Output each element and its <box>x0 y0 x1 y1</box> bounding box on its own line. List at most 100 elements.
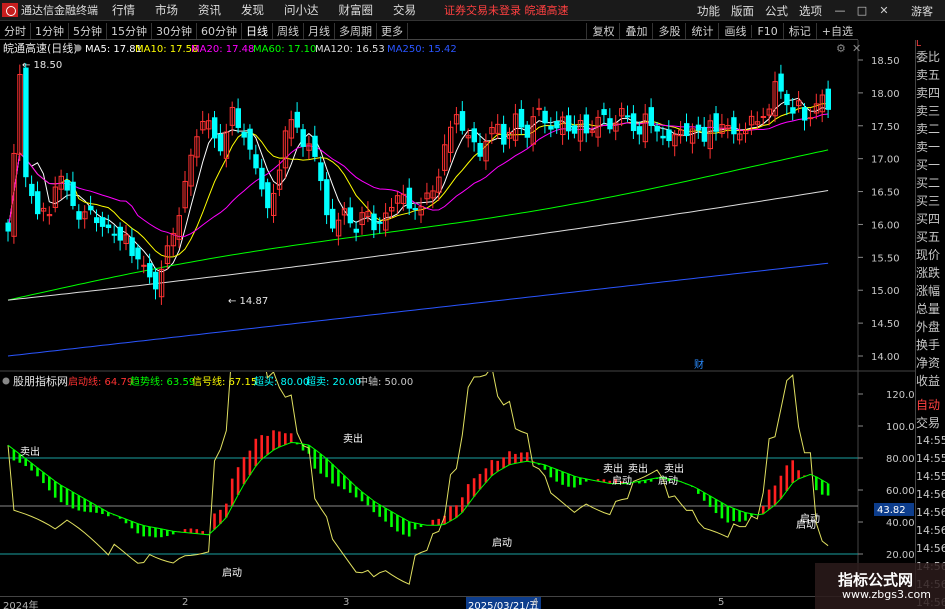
y-tick-label: 16.50 <box>871 188 900 199</box>
menu-ask[interactable]: 问小达 <box>284 2 319 18</box>
panel-field-label: 卖五 <box>916 68 941 82</box>
candle-body <box>636 126 643 135</box>
candle-body <box>684 123 690 136</box>
candle-body <box>524 124 531 138</box>
period-day[interactable]: 日线 <box>242 22 273 39</box>
y-tick-label: 17.50 <box>871 122 900 133</box>
ma-label: MA20: 17.48 <box>191 44 254 55</box>
ma-label: MA60: 17.10 <box>253 44 316 55</box>
period-5min[interactable]: 5分钟 <box>69 22 107 39</box>
candle-body <box>247 128 253 150</box>
menu-options[interactable]: 选项 <box>799 3 822 19</box>
candle-body <box>666 129 672 142</box>
panel-mode-label[interactable]: 自动 <box>916 396 945 414</box>
tool-multistock[interactable]: 多股 <box>652 23 685 39</box>
tool-f10[interactable]: F10 <box>751 24 782 38</box>
period-month[interactable]: 月线 <box>304 22 335 39</box>
ma-label: MA120: 16.53 <box>315 44 385 55</box>
indicator-name: 股朋指标网 <box>13 374 68 388</box>
tool-adjust[interactable]: 复权 <box>586 23 619 39</box>
ind-y-tick-label: 60.00 <box>886 486 915 497</box>
chart-toolbar: 复权 叠加 多股 统计 画线 F10 标记 +自选 <box>586 22 858 40</box>
signal-label: 卖出 <box>628 462 648 475</box>
signal-label: 卖出 <box>603 462 623 475</box>
signal-label: 启动 <box>658 474 678 487</box>
candle-body <box>294 111 301 128</box>
candle-body <box>259 167 265 190</box>
ma-label: MA250: 15.42 <box>387 44 457 55</box>
candle-body <box>99 217 106 227</box>
menu-layout[interactable]: 版面 <box>731 3 754 19</box>
close-panel-icon[interactable]: ✕ <box>852 42 861 55</box>
period-15min[interactable]: 15分钟 <box>107 22 152 39</box>
candle-body <box>371 213 377 231</box>
period-week[interactable]: 周线 <box>273 22 304 39</box>
candle-body <box>312 135 318 157</box>
period-30min[interactable]: 30分钟 <box>152 22 197 39</box>
menu-news[interactable]: 资讯 <box>198 2 221 18</box>
tool-mark[interactable]: 标记 <box>782 23 816 39</box>
candle-body <box>601 109 607 116</box>
indicator-settings-icon[interactable] <box>2 377 10 385</box>
panel-mode-label[interactable]: 交易 <box>916 414 945 432</box>
panel-field-label: 买四 <box>916 212 941 226</box>
candle-body <box>129 237 135 257</box>
settings-dot-icon[interactable] <box>74 44 82 52</box>
guest-label[interactable]: 游客 <box>911 3 933 19</box>
ind-y-tick-label: 100.0 <box>886 422 915 433</box>
candle-body <box>212 117 218 139</box>
candle-body <box>241 131 247 138</box>
candle-body <box>70 181 76 206</box>
gear-icon[interactable]: ⚙ <box>836 42 846 55</box>
indicator-param: 趋势线: 63.59 <box>130 375 195 388</box>
candle-body <box>566 115 572 132</box>
y-tick-label: 15.00 <box>871 286 900 297</box>
date-label: 4 <box>532 597 539 608</box>
panel-field-label: 涨幅 <box>916 284 941 298</box>
candle-body <box>300 129 306 147</box>
tool-draw[interactable]: 画线 <box>718 23 751 39</box>
panel-field-label: 卖三 <box>916 104 941 118</box>
period-60min[interactable]: 60分钟 <box>197 22 242 39</box>
menu-trade[interactable]: 交易 <box>393 2 416 18</box>
tool-add-watchlist[interactable]: +自选 <box>815 23 858 39</box>
candle-body <box>807 117 814 120</box>
date-label: 2024年 <box>3 601 39 609</box>
maximize-icon[interactable]: □ <box>855 4 869 17</box>
kline-chart[interactable]: 皖通高速(日线) MA5: 17.81MA10: 17.58MA20: 17.4… <box>0 40 915 372</box>
candle-body <box>330 208 336 229</box>
indicator-param: 启动线: 64.79 <box>68 375 133 388</box>
panel-field-label: 换手 <box>916 338 941 352</box>
date-label: 5 <box>718 597 725 608</box>
candle-body <box>35 191 41 215</box>
panel-time-label: 14:56 <box>916 506 945 519</box>
menu-market[interactable]: 市场 <box>155 2 178 18</box>
menu-formula[interactable]: 公式 <box>765 3 788 19</box>
close-icon[interactable]: ✕ <box>877 4 891 17</box>
watermark-url: www.zbgs3.com <box>842 588 931 601</box>
period-1min[interactable]: 1分钟 <box>31 22 69 39</box>
candle-body <box>153 271 159 290</box>
minimize-icon[interactable]: — <box>833 4 847 17</box>
candle-body <box>406 187 413 209</box>
candle-body <box>471 128 478 143</box>
panel-field-label: 总量 <box>916 302 941 316</box>
period-more[interactable]: 更多 <box>377 22 408 39</box>
trade-status-alert: 证券交易未登录 皖通高速 <box>444 4 569 17</box>
menu-function[interactable]: 功能 <box>697 3 720 19</box>
period-multi[interactable]: 多周期 <box>335 22 377 39</box>
tool-stats[interactable]: 统计 <box>685 23 718 39</box>
panel-field-label: 卖一 <box>916 140 941 154</box>
indicator-chart[interactable]: 股朋指标网 启动线: 64.79趋势线: 63.59信号线: 67.15超买: … <box>0 372 915 596</box>
y-tick-label: 14.50 <box>871 319 900 330</box>
tool-overlay[interactable]: 叠加 <box>619 23 652 39</box>
candle-body <box>630 113 637 132</box>
finance-marker[interactable]: 财 <box>694 358 704 371</box>
candle-body <box>235 108 242 128</box>
menu-quotes[interactable]: 行情 <box>112 2 135 18</box>
panel-time-label: 14:55 <box>916 434 945 447</box>
menu-wealth[interactable]: 财富圈 <box>339 2 374 18</box>
period-tick[interactable]: 分时 <box>0 22 31 39</box>
menu-discover[interactable]: 发现 <box>241 2 264 18</box>
panel-field-label: 买二 <box>916 176 941 190</box>
